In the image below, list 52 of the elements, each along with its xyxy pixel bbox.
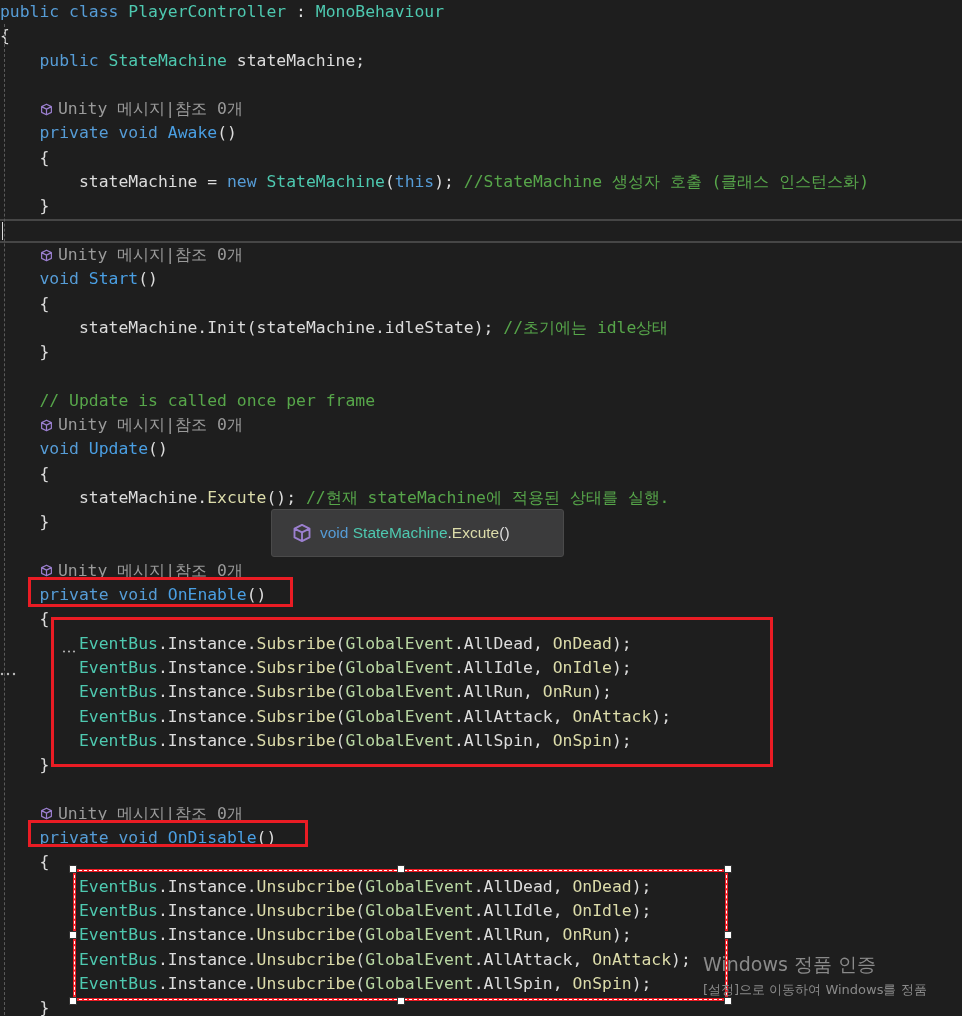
codelens-hint[interactable]: Unity 메시지|참조 0개: [58, 242, 243, 268]
code-line: private void OnDisable(): [39, 827, 277, 850]
cube-icon: [40, 102, 53, 116]
code-line: EventBus.Instance.Unsubcribe(GlobalEvent.AllIdle, OnIdle);: [78, 900, 652, 922]
code-line: stateMachine.Excute(); //현재 stateMachine에 적용된 상태를 실행.: [78, 486, 670, 509]
code-line: }: [39, 754, 50, 777]
code-line: {: [39, 608, 50, 631]
resize-handle[interactable]: [396, 865, 405, 873]
code-line: }: [39, 511, 50, 534]
code-line: {: [39, 292, 50, 315]
code-line: }: [39, 341, 50, 364]
code-line: EventBus.Instance.Subsribe(GlobalEvent.AllSpin, OnSpin);: [78, 729, 632, 752]
code-line: EventBus.Instance.Unsubcribe(GlobalEvent.AllDead, OnDead);: [78, 875, 652, 898]
cube-icon: [40, 807, 53, 821]
code-line: }: [39, 997, 50, 1016]
code-line: {: [39, 462, 50, 485]
code-line: EventBus.Instance.Subsribe(GlobalEvent.AllDead, OnDead);: [78, 632, 632, 655]
code-line: public StateMachine stateMachine;: [39, 49, 366, 72]
ellipsis-icon[interactable]: [0, 672, 16, 676]
code-line: EventBus.Instance.Unsubcribe(GlobalEvent.AllAttack, OnAttack);: [78, 948, 691, 971]
code-line: EventBus.Instance.Subsribe(GlobalEvent.AllRun, OnRun);: [78, 681, 612, 704]
code-line: // Update is called once per frame: [39, 389, 375, 412]
codelens-hint[interactable]: Unity 메시지|참조 0개: [58, 413, 243, 438]
code-line: void Start(): [39, 268, 158, 291]
code-line: private void Awake(): [39, 122, 237, 145]
resize-handle[interactable]: [724, 865, 732, 873]
code-line: {: [39, 851, 50, 874]
resize-handle[interactable]: [69, 997, 77, 1005]
code-line: public class PlayerController : MonoBehaviour: [0, 1, 445, 23]
code-line: {: [39, 146, 50, 169]
text-caret: [2, 221, 3, 240]
code-line: stateMachine = new StateMachine(this); //StateMachine 생성자 호출 (클래스 인스턴스화): [78, 171, 870, 194]
code-line: EventBus.Instance.Subsribe(GlobalEvent.AllAttack, OnAttack);: [78, 705, 672, 728]
resize-handle[interactable]: [69, 865, 77, 873]
code-line: private void OnEnable(): [39, 584, 267, 607]
cube-icon: [40, 564, 53, 578]
resize-handle[interactable]: [396, 997, 405, 1005]
cube-icon: [40, 418, 53, 432]
cube-icon: [292, 523, 312, 543]
code-line: void Update(): [39, 438, 168, 461]
codelens-hint[interactable]: Unity 메시지|참조 0개: [58, 97, 243, 122]
code-line: stateMachine.Init(stateMachine.idleState); //초기에는 idle상태: [78, 316, 669, 339]
method-signature: void StateMachine.Excute(): [320, 524, 510, 542]
code-line: EventBus.Instance.Unsubcribe(GlobalEvent.AllSpin, OnSpin);: [78, 972, 652, 995]
resize-handle[interactable]: [69, 931, 77, 939]
resize-handle[interactable]: [724, 931, 732, 939]
cube-icon: [40, 248, 53, 262]
quick-action-icon[interactable]: [62, 650, 76, 653]
code-line: }: [39, 195, 50, 218]
code-line: EventBus.Instance.Unsubcribe(GlobalEvent.AllRun, OnRun);: [78, 924, 632, 947]
resize-handle[interactable]: [724, 997, 732, 1005]
code-line: EventBus.Instance.Subsribe(GlobalEvent.AllIdle, OnIdle);: [78, 657, 632, 679]
